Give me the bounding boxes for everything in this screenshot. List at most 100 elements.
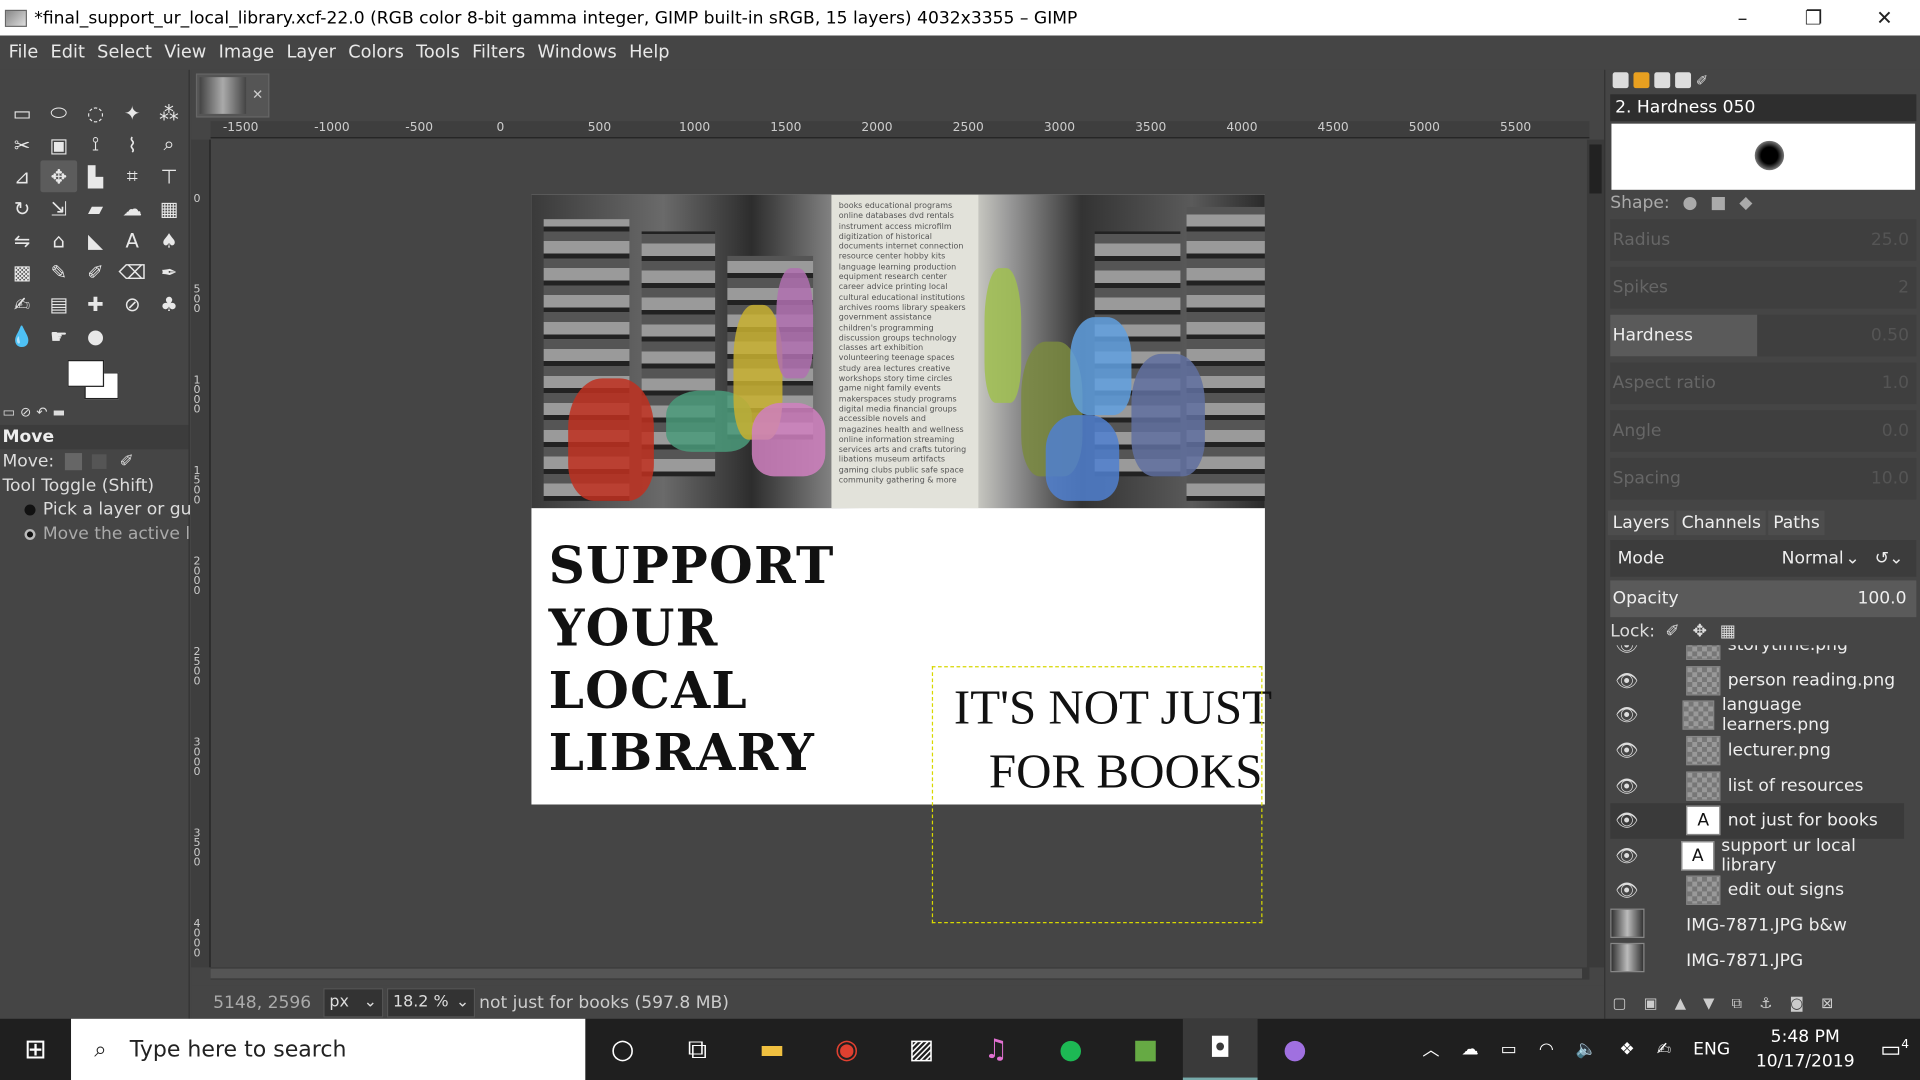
spacing-slider[interactable]: Spacing 10.0 [1610, 457, 1917, 500]
color-picker-icon[interactable]: ⌇ [114, 129, 151, 161]
tray-chevron-icon[interactable]: ︿ [1411, 1037, 1450, 1061]
anchor-layer-icon[interactable]: ⚓ [1759, 994, 1772, 1012]
pen-icon[interactable]: ✍ [1646, 1040, 1682, 1060]
close-tab-icon[interactable]: ✕ [252, 87, 263, 103]
mask-layer-icon[interactable]: ◙ [1790, 994, 1804, 1012]
new-layer-icon[interactable]: ▢ [1613, 994, 1627, 1012]
menu-image[interactable]: Image [212, 43, 280, 63]
menu-select[interactable]: Select [91, 43, 158, 63]
layer-row[interactable]: 👁 lecturer.png [1610, 733, 1904, 768]
warp-icon[interactable]: ☁ [114, 192, 151, 224]
visibility-eye-icon[interactable]: 👁 [1610, 670, 1652, 692]
ink-icon[interactable]: ✍ [4, 288, 41, 320]
clone-icon[interactable]: ♠ [151, 224, 188, 256]
shape-diamond-icon[interactable]: ◆ [1739, 193, 1752, 213]
scissors-icon[interactable]: ✂ [4, 129, 41, 161]
fuzzy-select-icon[interactable]: ✦ [114, 97, 151, 129]
text-tool-icon[interactable]: A [114, 224, 151, 256]
lock-alpha-icon[interactable]: ▦ [1720, 622, 1736, 642]
close-button[interactable]: ✕ [1849, 0, 1920, 36]
layer-name[interactable]: language learners.png [1722, 696, 1904, 735]
menu-view[interactable]: View [158, 43, 212, 63]
ellipse-select-icon[interactable]: ⬭ [40, 97, 77, 129]
dropbox-icon[interactable]: ❖ [1608, 1040, 1645, 1060]
layer-name[interactable]: storytime.png [1728, 645, 1848, 655]
visibility-eye-icon[interactable]: 👁 [1610, 845, 1649, 867]
visibility-eye-icon[interactable]: 👁 [1610, 740, 1652, 762]
foreground-color[interactable] [67, 360, 105, 387]
angle-slider[interactable]: Angle 0.0 [1610, 410, 1917, 452]
foreground-select-icon[interactable]: ▣ [40, 129, 77, 161]
tab-layers[interactable]: Layers [1607, 510, 1675, 536]
lower-layer-icon[interactable]: ▼ [1703, 994, 1714, 1012]
hscroll-thumb[interactable] [210, 968, 1583, 979]
radio-move-active[interactable] [24, 528, 36, 540]
notifications-icon[interactable]: ▭4 [1869, 1037, 1920, 1063]
patterns-tab-icon[interactable] [1633, 72, 1650, 89]
shape-square-icon[interactable]: ■ [1710, 193, 1726, 213]
taskbar-search[interactable]: ⌕ Type here to search [71, 1018, 586, 1080]
menu-filters[interactable]: Filters [466, 43, 531, 63]
layer-row[interactable]: 👁 Asupport ur local library [1610, 836, 1904, 875]
radius-slider[interactable]: Radius 25.0 [1610, 219, 1917, 261]
composite-mode-icon[interactable]: ↺⌄ [1875, 540, 1904, 577]
mode-value[interactable]: Normal [1782, 540, 1844, 577]
rotate-icon[interactable]: ↻ [4, 192, 41, 224]
images-tab-icon[interactable]: ▬ [52, 404, 65, 420]
scale-icon[interactable]: ⇲ [40, 192, 77, 224]
clock[interactable]: 5:48 PM 10/17/2019 [1741, 1025, 1869, 1074]
layer-row[interactable]: 👁 language learners.png [1610, 696, 1904, 735]
battery-icon[interactable]: ▭ [1490, 1040, 1528, 1060]
menu-tools[interactable]: Tools [410, 43, 466, 63]
undo-history-tab-icon[interactable]: ↶ [36, 404, 47, 420]
layer-row[interactable]: 👁 Anot just for books [1610, 803, 1905, 839]
horizontal-ruler[interactable]: -1500 -1000 -500 0 500 1000 1500 2000 2500 3000 35… [210, 121, 1590, 139]
file-explorer-icon[interactable]: ▬ [735, 1019, 810, 1080]
layer-row[interactable]: 👁 storytime.png [1610, 645, 1904, 663]
stamp-icon[interactable]: ♣ [151, 288, 188, 320]
lock-position-icon[interactable]: ✥ [1693, 622, 1707, 642]
vertical-ruler[interactable]: 0 500 1000 1500 2000 2500 3000 3500 4000 [191, 139, 211, 968]
tool-options-tab-icon[interactable]: ▭ [2, 404, 15, 420]
lock-pixels-icon[interactable]: ✐ [1665, 622, 1679, 642]
pick-layer-option[interactable]: Pick a layer or guide [2, 500, 218, 519]
menu-edit[interactable]: Edit [44, 43, 91, 63]
fonts-tab-icon[interactable] [1654, 72, 1671, 89]
measure-icon[interactable]: ⊿ [4, 160, 41, 192]
restore-button[interactable]: ❐ [1778, 0, 1849, 36]
hardness-slider[interactable]: Hardness 0.50 [1610, 314, 1917, 357]
paintbrush-icon[interactable]: ✐ [77, 256, 114, 288]
layers-list[interactable]: 👁 storytime.png 👁 person reading.png 👁 langua… [1610, 645, 1905, 978]
windows-start-icon[interactable]: ⊞ [0, 1019, 71, 1080]
wifi-icon[interactable]: ◠ [1528, 1040, 1565, 1060]
chrome-icon[interactable]: ◉ [809, 1019, 884, 1080]
layer-row[interactable]: 👁IMG-7871.JPG b&w [1610, 908, 1904, 943]
bucket-fill-icon[interactable]: ◣ [77, 224, 114, 256]
move-layer-icon[interactable] [64, 453, 82, 471]
menu-windows[interactable]: Windows [531, 43, 623, 63]
cortana-icon[interactable]: ○ [585, 1019, 660, 1080]
gimp-taskbar-icon[interactable]: ◘ [1182, 1018, 1258, 1080]
crop-icon[interactable]: ⌗ [114, 160, 151, 192]
visibility-eye-icon[interactable]: 👁 [1610, 880, 1652, 902]
visibility-eye-icon[interactable]: 👁 [1610, 705, 1650, 727]
align-icon[interactable]: ▙ [77, 160, 114, 192]
github-icon[interactable]: ● [1258, 1019, 1333, 1080]
pencil-icon[interactable]: ✎ [40, 256, 77, 288]
menu-file[interactable]: File [2, 43, 44, 63]
itunes-icon[interactable]: ♫ [959, 1019, 1034, 1080]
move-selection-icon[interactable] [92, 454, 107, 469]
device-status-tab-icon[interactable]: ⊘ [20, 404, 31, 420]
dodge-burn-icon[interactable]: ● [77, 320, 114, 352]
menu-help[interactable]: Help [623, 43, 676, 63]
photos-icon[interactable]: ▨ [884, 1019, 959, 1080]
tab-paths[interactable]: Paths [1768, 510, 1825, 536]
layer-name[interactable]: lecturer.png [1728, 741, 1831, 761]
layer-name[interactable]: IMG-7871.JPG b&w [1686, 916, 1847, 936]
vscroll-thumb[interactable] [1589, 144, 1602, 194]
brush-preview[interactable] [1611, 123, 1916, 190]
eraser-icon[interactable]: ⌫ [114, 256, 151, 288]
bandage-icon[interactable]: ⊘ [114, 288, 151, 320]
visibility-eye-icon[interactable]: 👁 [1610, 775, 1652, 797]
mypaint-brush-icon[interactable]: ▤ [40, 288, 77, 320]
